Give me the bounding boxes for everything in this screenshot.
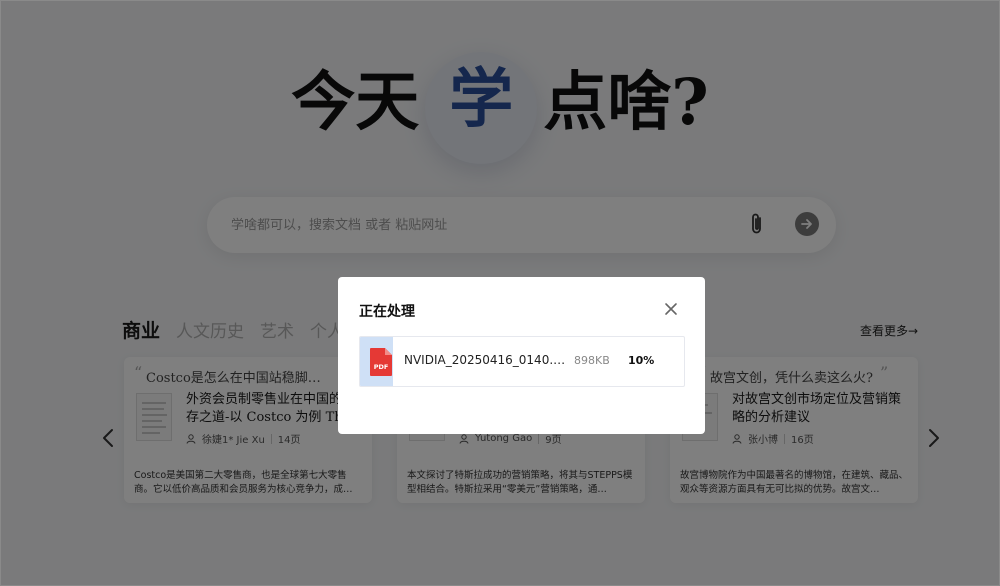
close-icon[interactable] — [663, 301, 679, 317]
file-name: NVIDIA_20250416_0140.pdf — [404, 353, 566, 367]
pdf-icon-label: PDF — [374, 363, 389, 371]
processing-dialog: 正在处理 PDF NVIDIA_20250416_0140.pdf 898KB … — [338, 277, 705, 434]
file-item: PDF NVIDIA_20250416_0140.pdf 898KB 10% — [359, 336, 685, 387]
page: 今天 学 点啥? 商业 人文历史 艺术 个人 查看更多→ — [0, 0, 1000, 586]
pdf-icon: PDF — [369, 347, 393, 377]
file-progress: 10% — [628, 354, 655, 367]
file-size: 898KB — [574, 354, 610, 367]
dialog-title: 正在处理 — [359, 304, 415, 320]
